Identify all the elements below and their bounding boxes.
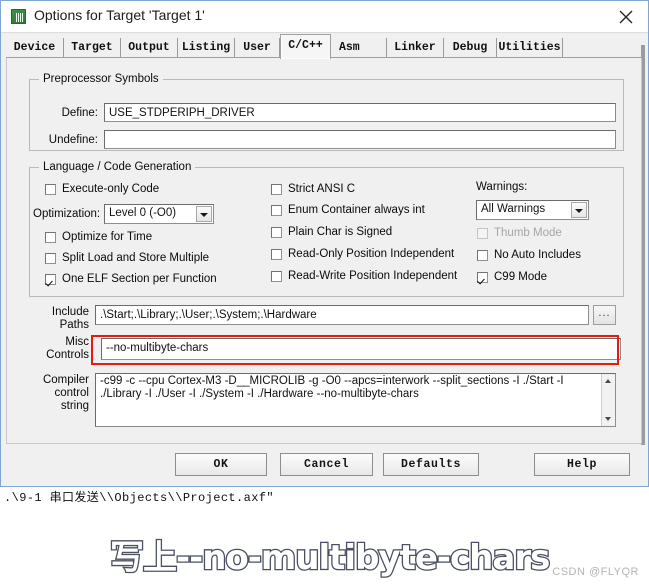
misc-controls-label-line2: Controls (46, 349, 89, 361)
tab-output[interactable]: Output (121, 38, 178, 57)
tab-asm[interactable]: Asm (331, 38, 387, 57)
build-output-line: .\9-1 串口发送\\Objects\\Project.axf" (4, 491, 275, 505)
checkbox-label: Enum Container always int (288, 204, 425, 216)
checkbox-box[interactable] (271, 184, 282, 195)
tab-linker[interactable]: Linker (387, 38, 444, 57)
checkbox-box[interactable] (477, 272, 488, 283)
checkbox-box[interactable] (45, 253, 56, 264)
options-for-target-dialog: Options for Target 'Target 1' Device Tar… (0, 0, 649, 487)
include-paths-input[interactable]: .\Start;.\Library;.\User;.\System;.\Hard… (95, 305, 589, 325)
browse-button-label: ... (598, 307, 611, 319)
chevron-down-icon[interactable] (196, 206, 212, 222)
checkbox-label: One ELF Section per Function (62, 273, 217, 285)
checkbox-box[interactable] (477, 250, 488, 261)
help-button[interactable]: Help (534, 453, 630, 476)
checkbox-label: Read-Write Position Independent (288, 270, 458, 282)
tab-strip: Device Target Output Listing User C/C++ … (6, 34, 642, 59)
optimization-value: Level 0 (-O0) (109, 207, 177, 219)
tab-debug[interactable]: Debug (444, 38, 497, 57)
compiler-string-label-line1: Compiler (42, 374, 89, 386)
compiler-string-label-line3: string (60, 400, 89, 412)
checkbox-label: Strict ANSI C (288, 183, 356, 195)
include-paths-label-line2: Paths (59, 319, 89, 331)
checkbox-label: No Auto Includes (494, 249, 581, 261)
define-input[interactable]: USE_STDPERIPH_DRIVER (104, 103, 616, 122)
warnings-select[interactable]: All Warnings (476, 200, 589, 220)
tab-target[interactable]: Target (64, 38, 121, 57)
checkbox-label: Thumb Mode (494, 227, 562, 239)
scroll-up-icon[interactable] (602, 374, 615, 386)
keil-uvision-icon (11, 9, 26, 24)
tab-utilities[interactable]: Utilities (497, 38, 563, 57)
tab-c-cpp[interactable]: C/C++ (280, 34, 331, 59)
checkbox-box[interactable] (45, 184, 56, 195)
ok-button[interactable]: OK (175, 453, 267, 476)
optimization-select[interactable]: Level 0 (-O0) (104, 204, 214, 224)
checkbox-box[interactable] (45, 232, 56, 243)
checkbox-label: Split Load and Store Multiple (62, 252, 210, 264)
c-cpp-options-panel: Preprocessor Symbols Define: USE_STDPERI… (6, 58, 642, 444)
watermark: CSDN @FLYQR (552, 566, 639, 578)
checkbox-label: Optimize for Time (62, 231, 153, 243)
checkbox-box[interactable] (271, 205, 282, 216)
compiler-control-string-textarea[interactable]: -c99 -c --cpu Cortex-M3 -D__MICROLIB -g … (95, 373, 616, 427)
checkbox-box[interactable] (271, 249, 282, 260)
tab-user[interactable]: User (235, 38, 280, 57)
include-paths-label-line1: Include (51, 306, 89, 318)
undefine-input[interactable] (104, 130, 616, 149)
warnings-value: All Warnings (481, 203, 546, 215)
tab-listing[interactable]: Listing (178, 38, 235, 57)
preprocessor-group-title: Preprocessor Symbols (39, 73, 163, 85)
language-group-title: Language / Code Generation (39, 161, 196, 173)
define-label: Define: (61, 107, 98, 119)
include-paths-browse-button[interactable]: ... (593, 305, 616, 325)
defaults-button[interactable]: Defaults (383, 453, 479, 476)
warnings-label: Warnings: (476, 181, 528, 193)
checkbox-label: Plain Char is Signed (288, 226, 393, 238)
misc-controls-label-line1: Misc (65, 336, 89, 348)
checkbox-label: Read-Only Position Independent (288, 248, 455, 260)
checkbox-label: C99 Mode (494, 271, 548, 283)
compiler-string-label-line2: control (54, 387, 89, 399)
checkbox-label: Execute-only Code (62, 183, 160, 195)
scroll-down-icon[interactable] (602, 413, 615, 425)
checkbox-box[interactable] (45, 274, 56, 285)
checkbox-box (477, 228, 488, 239)
compiler-string-scrollbar[interactable] (601, 374, 615, 426)
cancel-button[interactable]: Cancel (280, 453, 373, 476)
checkbox-box[interactable] (271, 227, 282, 238)
tab-device[interactable]: Device (6, 38, 64, 57)
optimization-label: Optimization: (33, 208, 101, 220)
dialog-title: Options for Target 'Target 1' (34, 7, 205, 23)
annotation-text: 写上--no-multibyte-chars (109, 537, 552, 580)
undefine-label: Undefine: (48, 134, 98, 146)
chevron-down-icon[interactable] (571, 202, 587, 218)
dialog-titlebar: Options for Target 'Target 1' (1, 1, 648, 33)
misc-controls-input[interactable]: --no-multibyte-chars (101, 338, 621, 360)
checkbox-box[interactable] (271, 271, 282, 282)
close-icon[interactable] (604, 1, 648, 31)
